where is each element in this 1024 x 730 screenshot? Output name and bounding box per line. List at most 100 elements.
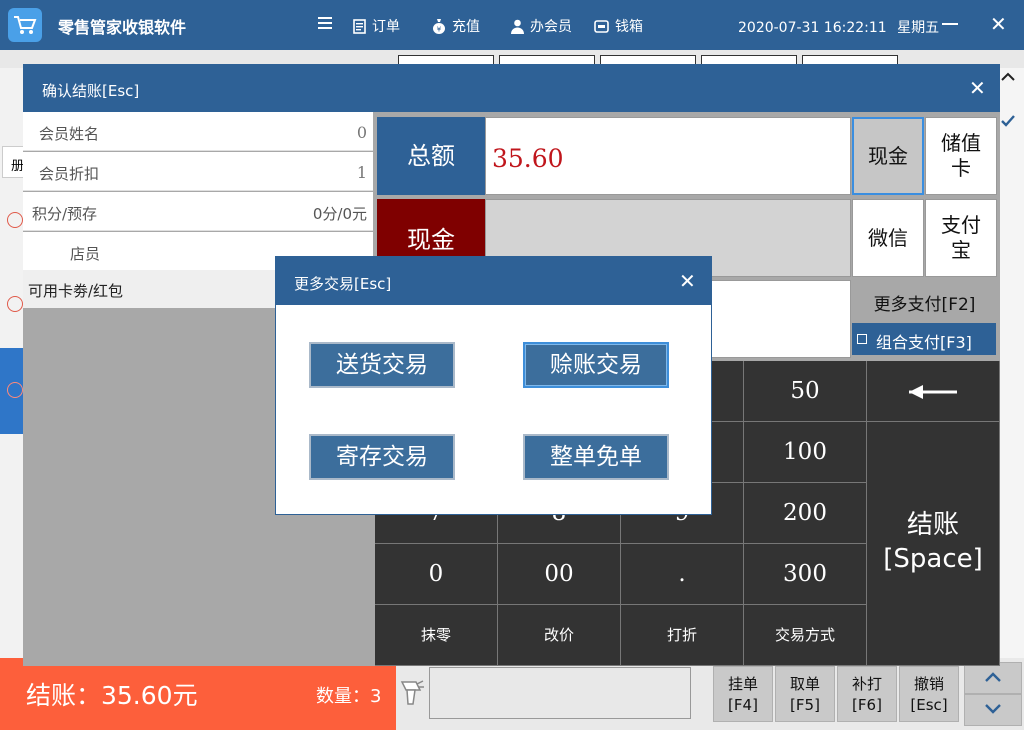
waive-order-button[interactable]: 整单免单 xyxy=(523,434,669,480)
hold-order-label: 挂单 xyxy=(727,675,758,693)
member-name-value: 0 xyxy=(356,123,367,142)
member-discount-value: 1 xyxy=(356,163,367,182)
checkout-button-label: 结账 xyxy=(906,510,959,540)
more-payment-button[interactable]: 更多支付[F2] xyxy=(852,290,997,315)
hold-order-shortcut: [F4] xyxy=(728,696,758,714)
transaction-mode-button[interactable]: 交易方式 xyxy=(744,605,867,666)
app-window: 零售管家收银软件 订单 ¥ 充值 办会员 钱箱 2020-07-31 16:22… xyxy=(0,0,1024,730)
backspace-key[interactable] xyxy=(867,361,1000,422)
keypad-key-00[interactable]: 00 xyxy=(498,544,621,605)
pay-stored-card-button[interactable]: 储值卡 xyxy=(925,117,997,195)
retrieve-order-button[interactable]: 取单 [F5] xyxy=(775,666,835,722)
document-icon xyxy=(353,18,366,34)
close-icon[interactable]: ✕ xyxy=(990,14,1007,34)
retrieve-order-shortcut: [F5] xyxy=(790,696,820,714)
undo-label: 撤销 xyxy=(913,675,944,693)
remove-icon xyxy=(7,212,23,228)
keypad-key-300[interactable]: 300 xyxy=(744,544,867,605)
title-bar: 零售管家收银软件 订单 ¥ 充值 办会员 钱箱 2020-07-31 16:22… xyxy=(0,0,1024,50)
pay-cash-button[interactable]: 现金 xyxy=(852,117,924,195)
total-amount: 35.60 xyxy=(492,144,564,173)
checkout-button[interactable]: 结账 [Space] xyxy=(867,422,1000,666)
pay-cash-label: 现金 xyxy=(868,143,908,168)
quantity: 数量：3 xyxy=(316,686,382,707)
keypad-key-dot[interactable]: . xyxy=(621,544,744,605)
nav-cashbox-label: 钱箱 xyxy=(615,19,643,35)
money-bag-icon: ¥ xyxy=(433,19,445,34)
keypad-key-200[interactable]: 200 xyxy=(744,483,867,544)
datetime: 2020-07-31 16:22:11 星期五 xyxy=(738,17,939,37)
reprint-label: 补打 xyxy=(851,675,882,693)
close-icon[interactable]: ✕ xyxy=(969,76,986,100)
minimize-button[interactable] xyxy=(942,23,958,25)
pay-wechat-button[interactable]: 微信 xyxy=(852,199,924,277)
cashbox-icon xyxy=(594,20,609,33)
barcode-scanner-icon[interactable] xyxy=(398,678,426,708)
nav-orders[interactable]: 订单 xyxy=(353,16,400,36)
points-label: 积分/预存 xyxy=(32,205,98,223)
pay-alipay-label: 支付宝 xyxy=(941,213,981,262)
delivery-transaction-button[interactable]: 送货交易 xyxy=(309,342,455,388)
member-name-label: 会员姓名 xyxy=(39,125,100,143)
clerk-label: 店员 xyxy=(70,245,101,263)
keypad-key-100[interactable]: 100 xyxy=(744,422,867,483)
points-row: 积分/预存 0分/0元 xyxy=(23,192,373,231)
weekday: 星期五 xyxy=(897,20,940,36)
arrow-left-icon xyxy=(909,385,957,399)
points-value: 0分/0元 xyxy=(312,205,367,223)
member-discount-label: 会员折扣 xyxy=(39,165,100,183)
checkout-button-shortcut: [Space] xyxy=(883,544,983,574)
nav-orders-label: 订单 xyxy=(372,19,400,35)
total-label: 总额 xyxy=(377,117,485,195)
more-transactions-header: 更多交易[Esc] ✕ xyxy=(276,257,711,305)
pay-alipay-button[interactable]: 支付宝 xyxy=(925,199,997,277)
barcode-input[interactable] xyxy=(429,667,691,719)
background-tab-fragment: 册 xyxy=(2,146,24,178)
scroll-up-button[interactable] xyxy=(964,662,1022,694)
change-price-button[interactable]: 改价 xyxy=(498,605,621,666)
member-discount-row: 会员折扣 1 xyxy=(23,152,373,191)
checkout-summary-bar: 结账：35.60元 数量：3 xyxy=(0,658,396,730)
svg-text:¥: ¥ xyxy=(437,26,442,34)
nav-recharge-label: 充值 xyxy=(452,19,480,35)
keypad-key-0[interactable]: 0 xyxy=(375,544,498,605)
check-icon xyxy=(1001,115,1015,127)
reprint-button[interactable]: 补打 [F6] xyxy=(837,666,897,722)
deposit-transaction-button[interactable]: 寄存交易 xyxy=(309,434,455,480)
more-transactions-title: 更多交易[Esc] xyxy=(294,275,392,293)
chevron-up-icon xyxy=(985,672,1001,682)
user-icon xyxy=(511,19,524,34)
checkout-dialog-title: 确认结账[Esc] xyxy=(42,82,140,100)
menu-button[interactable] xyxy=(318,16,338,30)
nav-recharge[interactable]: ¥ 充值 xyxy=(432,16,480,36)
combo-payment-checkbox[interactable] xyxy=(857,334,867,344)
round-off-button[interactable]: 抹零 xyxy=(375,605,498,666)
member-name-row: 会员姓名 0 xyxy=(23,112,373,151)
undo-button[interactable]: 撤销 [Esc] xyxy=(899,666,959,722)
background-right-column xyxy=(1000,68,1024,668)
total-amount-box: 35.60 xyxy=(485,117,851,195)
pay-stored-card-label: 储值卡 xyxy=(941,131,981,180)
combo-payment-label: 组合支付[F3] xyxy=(876,333,972,352)
combo-payment-toggle[interactable]: 组合支付[F3] xyxy=(852,323,996,355)
retrieve-order-label: 取单 xyxy=(789,675,820,693)
keypad-key-50[interactable]: 50 xyxy=(744,361,867,422)
nav-cashbox[interactable]: 钱箱 xyxy=(594,16,643,36)
background-selected-row xyxy=(0,348,24,434)
checkout-amount: 结账：35.60元 xyxy=(26,681,198,710)
checkout-dialog-header: 确认结账[Esc] ✕ xyxy=(23,64,1000,112)
app-title: 零售管家收银软件 xyxy=(58,18,187,37)
hold-order-button[interactable]: 挂单 [F4] xyxy=(713,666,773,722)
menu-icon xyxy=(318,17,332,29)
undo-shortcut: [Esc] xyxy=(910,696,948,714)
scroll-down-button[interactable] xyxy=(964,694,1022,726)
more-transactions-dialog: 更多交易[Esc] ✕ 送货交易 赊账交易 寄存交易 整单免单 xyxy=(275,256,712,515)
nav-membership-label: 办会员 xyxy=(530,19,572,35)
credit-transaction-button[interactable]: 赊账交易 xyxy=(523,342,669,388)
discount-button[interactable]: 打折 xyxy=(621,605,744,666)
remove-icon xyxy=(7,296,23,312)
close-icon[interactable]: ✕ xyxy=(679,269,696,293)
remove-icon xyxy=(7,382,23,398)
datetime-value: 2020-07-31 16:22:11 xyxy=(738,20,887,36)
nav-membership[interactable]: 办会员 xyxy=(511,16,572,36)
